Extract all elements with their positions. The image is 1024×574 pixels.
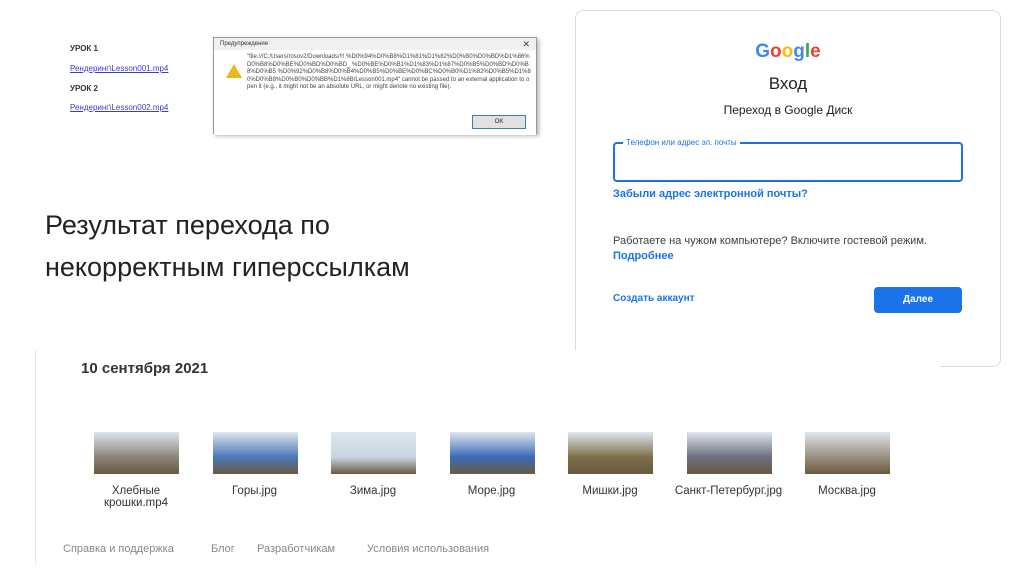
email-input[interactable] [615, 144, 961, 180]
caption-line-2: некорректным гиперссылкам [45, 252, 410, 282]
create-account-link[interactable]: Создать аккаунт [613, 293, 695, 304]
lesson-2-link[interactable]: Рендеринг\Lesson002.mp4 [70, 103, 168, 112]
footer-help-link[interactable]: Справка и поддержка [63, 543, 174, 555]
signin-title: Вход [768, 74, 808, 93]
file-name[interactable]: Хлебные крошки.mp4 [81, 485, 191, 509]
footer-blog-link[interactable]: Блог [211, 543, 235, 555]
caption-line-1: Результат перехода по [45, 210, 330, 240]
lesson-1-link[interactable]: Рендеринг\Lesson001.mp4 [70, 64, 168, 73]
footer-terms-link[interactable]: Условия использования [367, 543, 489, 555]
file-name[interactable]: Санкт-Петербург.jpg [674, 485, 784, 497]
next-button[interactable]: Далее [874, 287, 962, 313]
file-thumbnail[interactable] [686, 432, 772, 474]
dialog-message: "file:///C:/Users/rosov2/Downloads/!!! %… [247, 54, 531, 90]
ok-button[interactable]: OK [472, 115, 526, 129]
file-thumbnail[interactable] [568, 432, 653, 474]
file-name[interactable]: Мишки.jpg [555, 485, 665, 497]
lesson-2-title: УРОК 2 [70, 84, 98, 93]
file-thumbnail[interactable] [331, 432, 416, 474]
email-field[interactable]: Телефон или адрес эл. почты [613, 138, 963, 182]
google-logo: Google [755, 41, 821, 62]
file-name[interactable]: Море.jpg [437, 485, 547, 497]
email-field-label: Телефон или адрес эл. почты [623, 138, 740, 147]
files-panel: 10 сентября 2021 Хлебные крошки.mp4 Горы.… [35, 350, 940, 565]
dialog-title: Предупреждение [220, 41, 269, 47]
warning-dialog: Предупреждение ✕ "file:///C:/Users/rosov… [213, 37, 537, 135]
footer-developers-link[interactable]: Разработчикам [257, 543, 335, 555]
guest-mode-text: Работаете на чужом компьютере? Включите … [613, 235, 927, 262]
file-name[interactable]: Горы.jpg [200, 485, 310, 497]
file-name[interactable]: Москва.jpg [792, 485, 902, 497]
google-signin-panel: Google Вход Переход в Google Диск Телефо… [575, 10, 1001, 367]
lesson-1-title: УРОК 1 [70, 44, 98, 53]
file-thumbnail[interactable] [805, 432, 890, 474]
date-heading: 10 сентября 2021 [81, 360, 209, 377]
forgot-email-link[interactable]: Забыли адрес электронной почты? [613, 188, 808, 200]
signin-subtitle: Переход в Google Диск [723, 103, 853, 117]
file-thumbnail[interactable] [94, 432, 179, 474]
file-name[interactable]: Зима.jpg [318, 485, 428, 497]
close-icon[interactable]: ✕ [522, 39, 530, 50]
warning-icon [226, 64, 242, 78]
file-thumbnail[interactable] [212, 432, 298, 474]
learn-more-link[interactable]: Подробнее [613, 250, 674, 262]
file-thumbnail[interactable] [449, 432, 535, 474]
